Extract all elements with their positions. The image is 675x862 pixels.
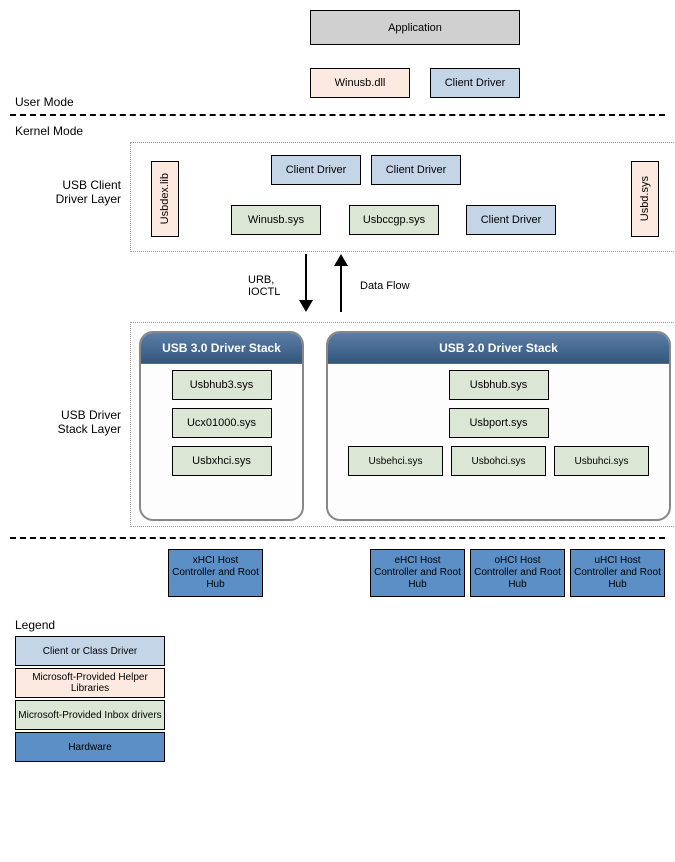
kernel-mode-label: Kernel Mode (15, 124, 665, 138)
urb-ioctl-label: URB, IOCTL (248, 274, 298, 298)
usb2-stack-title: USB 2.0 Driver Stack (328, 333, 669, 364)
legend-inbox-drivers: Microsoft-Provided Inbox drivers (15, 700, 165, 730)
divider-kernel-hardware (10, 537, 665, 539)
stack-layer-label: USB Driver Stack Layer (51, 408, 121, 436)
winusb-sys-box: Winusb.sys (231, 205, 321, 235)
legend-hardware: Hardware (15, 732, 165, 762)
application-box: Application (310, 10, 520, 45)
user-mode-area: Application Winusb.dll Client Driver Use… (10, 10, 665, 110)
usb3-stack-panel: USB 3.0 Driver Stack Usbhub3.sys Ucx0100… (139, 331, 304, 521)
client-driver-top-box: Client Driver (430, 68, 520, 98)
client-driver-box-1: Client Driver (271, 155, 361, 185)
usb3-stack-title: USB 3.0 Driver Stack (141, 333, 302, 364)
legend-helper-libs: Microsoft-Provided Helper Libraries (15, 668, 165, 698)
usbuhci-sys-box: Usbuhci.sys (554, 446, 649, 476)
xhci-hardware-box: xHCI Host Controller and Root Hub (168, 549, 263, 597)
winusb-dll-box: Winusb.dll (310, 68, 410, 98)
usbccgp-sys-box: Usbccgp.sys (349, 205, 439, 235)
data-flow-label: Data Flow (360, 280, 410, 292)
usbxhci-sys-box: Usbxhci.sys (172, 446, 272, 476)
driver-stack-layer: USB Driver Stack Layer USB 3.0 Driver St… (130, 322, 675, 527)
client-layer-label: USB Client Driver Layer (51, 178, 121, 206)
legend-title: Legend (15, 618, 665, 632)
usb2-stack-panel: USB 2.0 Driver Stack Usbhub.sys Usbport.… (326, 331, 671, 521)
usbohci-sys-box: Usbohci.sys (451, 446, 546, 476)
client-driver-box-3: Client Driver (466, 205, 556, 235)
ohci-hardware-box: oHCI Host Controller and Root Hub (470, 549, 565, 597)
user-mode-label: User Mode (15, 95, 74, 109)
usbdexlib-box: Usbdex.lib (151, 161, 179, 237)
usbehci-sys-box: Usbehci.sys (348, 446, 443, 476)
usbdexlib-text: Usbdex.lib (159, 173, 171, 224)
uhci-hardware-box: uHCI Host Controller and Root Hub (570, 549, 665, 597)
usbd-sys-box: Usbd.sys (631, 161, 659, 237)
arrow-down-head-icon (299, 300, 313, 312)
ucx01000-sys-box: Ucx01000.sys (172, 408, 272, 438)
usbhub3-sys-box: Usbhub3.sys (172, 370, 272, 400)
client-driver-box-2: Client Driver (371, 155, 461, 185)
legend-client-class: Client or Class Driver (15, 636, 165, 666)
usbport-sys-box: Usbport.sys (449, 408, 549, 438)
legend: Client or Class Driver Microsoft-Provide… (15, 636, 665, 762)
ehci-hardware-box: eHCI Host Controller and Root Hub (370, 549, 465, 597)
arrows-area: URB, IOCTL Data Flow (130, 252, 675, 322)
arrow-down-icon (305, 254, 307, 302)
hardware-row: xHCI Host Controller and Root Hub eHCI H… (130, 549, 675, 604)
divider-user-kernel (10, 114, 665, 116)
client-driver-layer: USB Client Driver Layer Usbdex.lib Clien… (130, 142, 675, 252)
usbhub-sys-box: Usbhub.sys (449, 370, 549, 400)
arrow-up-head-icon (334, 254, 348, 266)
arrow-up-icon (340, 264, 342, 312)
usbd-sys-text: Usbd.sys (639, 176, 651, 221)
